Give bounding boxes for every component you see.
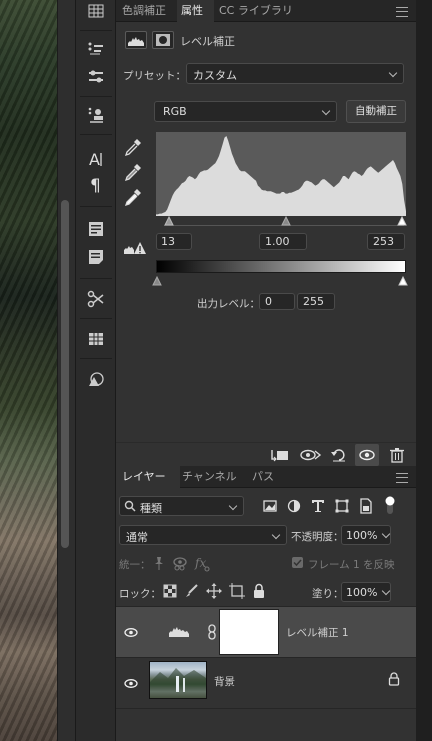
opacity-label: 不透明度： [291, 531, 344, 543]
preset-label: プリセット： [123, 70, 186, 82]
document-canvas [0, 0, 57, 741]
histogram-area [156, 136, 406, 216]
canvas-scroll-thumb[interactable] [61, 200, 69, 548]
tab-channels[interactable]: チャンネル [182, 466, 242, 488]
filter-pixel-icon[interactable] [262, 498, 278, 514]
tools-scissors-icon[interactable] [84, 288, 108, 310]
clip-to-layer-icon[interactable] [270, 447, 290, 463]
character-icon[interactable]: A [84, 148, 108, 170]
frame-checkbox[interactable] [292, 557, 303, 568]
unify-style-icon[interactable]: fx [194, 554, 212, 572]
filter-shape-icon[interactable] [334, 498, 350, 514]
search-icon [124, 500, 136, 512]
layer-row-background[interactable]: 背景 [116, 658, 416, 708]
unify-position-icon[interactable] [151, 555, 167, 571]
lock-transparent-icon[interactable] [163, 584, 177, 598]
layer-mask-thumbnail[interactable] [219, 609, 279, 655]
svg-text:A: A [89, 150, 100, 168]
tab-cc-libraries[interactable]: CC ライブラリ [219, 0, 309, 22]
mask-link-icon[interactable] [206, 624, 218, 640]
unify-visibility-icon[interactable] [172, 555, 190, 571]
properties-panel: 色調補正 属性 CC ライブラリ レベル補正 プリセット： カスタム RGB 自… [116, 0, 416, 443]
layers-tab-bar: レイヤー チャンネル パス [116, 466, 416, 488]
layer-visibility-eye-icon[interactable] [124, 678, 138, 688]
highlight-input-slider[interactable] [397, 215, 407, 226]
layer-name[interactable]: 背景 [214, 674, 235, 689]
histogram-graph [156, 136, 406, 216]
output-levels-label: 出力レベル： [197, 298, 260, 310]
lock-position-icon[interactable] [206, 583, 222, 599]
lock-image-icon[interactable] [185, 584, 199, 598]
properties-panel-icon[interactable] [84, 218, 108, 240]
output-high-field[interactable]: 255 [297, 293, 335, 310]
shapes-icon[interactable] [84, 368, 108, 390]
fill-label: 塗り： [312, 588, 344, 600]
tab-paths[interactable]: パス [252, 466, 282, 488]
layer-lock-icon [388, 672, 400, 686]
tab-layers[interactable]: レイヤー [116, 466, 180, 488]
properties-tab-bar: 色調補正 属性 CC ライブラリ [116, 0, 416, 22]
filter-smart-object-icon[interactable] [358, 498, 374, 514]
fill-dropdown[interactable] [378, 582, 396, 602]
layer-visibility-eye-icon[interactable] [124, 627, 138, 637]
layer-name[interactable]: レベル補正 1 [286, 625, 349, 640]
tab-adjustments[interactable]: 色調補正 [122, 0, 174, 22]
highlight-eyedropper-icon[interactable] [123, 187, 143, 207]
panel-title: レベル補正 [180, 35, 235, 48]
midtone-input-field[interactable]: 1.00 [259, 233, 307, 250]
filter-adjustment-icon[interactable] [286, 498, 302, 514]
midtone-eyedropper-icon[interactable] [123, 162, 143, 182]
output-low-slider[interactable] [152, 275, 162, 286]
brush-settings-icon[interactable] [84, 38, 108, 60]
opacity-dropdown[interactable] [378, 525, 396, 545]
svg-text:¶: ¶ [90, 176, 101, 194]
brush-presets-icon[interactable] [84, 66, 108, 88]
layer-image-thumbnail[interactable] [149, 661, 207, 699]
lock-label: ロック： [119, 588, 161, 600]
panel-icon-strip: A ¶ [75, 0, 116, 741]
clone-source-icon[interactable] [84, 104, 108, 126]
channel-select[interactable]: RGB [154, 101, 337, 122]
layers-panel: レイヤー チャンネル パス 種類 通常 不透明度： 100% 統一： fx フレ… [116, 466, 416, 741]
frame-label: フレーム 1 を反映 [308, 559, 395, 571]
delete-icon[interactable] [389, 447, 405, 463]
shadow-eyedropper-icon[interactable] [123, 137, 143, 157]
midtone-input-slider[interactable] [281, 215, 291, 226]
svg-text:fx: fx [194, 556, 206, 570]
layer-filter-select[interactable]: 種類 [119, 496, 244, 516]
properties-footer [116, 442, 416, 466]
tab-properties[interactable]: 属性 [177, 0, 214, 22]
notes-icon[interactable] [84, 246, 108, 268]
preset-select[interactable]: カスタム [186, 63, 404, 84]
auto-button[interactable]: 自動補正 [346, 100, 406, 123]
swatches-grid-icon[interactable] [84, 0, 108, 22]
reset-icon[interactable] [330, 447, 348, 463]
shadow-input-field[interactable]: 13 [156, 233, 192, 250]
layers-menu-icon[interactable] [396, 473, 408, 483]
output-gradient [156, 260, 406, 273]
view-previous-state-icon[interactable] [300, 447, 322, 463]
unify-label: 統一： [119, 559, 151, 571]
filter-toggle[interactable] [384, 495, 396, 515]
clipping-warning-icon[interactable] [123, 240, 147, 256]
highlight-input-field[interactable]: 253 [367, 233, 405, 250]
lock-all-icon[interactable] [252, 583, 266, 599]
lock-artboard-icon[interactable] [229, 583, 245, 599]
levels-adjustment-icon [168, 624, 190, 638]
mask-icon[interactable] [152, 31, 174, 49]
paragraph-icon[interactable]: ¶ [84, 174, 108, 196]
panel-menu-icon[interactable] [396, 7, 408, 17]
layer-row-levels[interactable]: レベル補正 1 [116, 607, 416, 657]
histogram [156, 132, 406, 216]
adjustment-histogram-icon[interactable] [125, 31, 147, 49]
toggle-visibility-icon[interactable] [355, 444, 379, 466]
filter-type-icon[interactable] [310, 498, 326, 514]
shadow-input-slider[interactable] [164, 215, 174, 226]
blend-mode-select[interactable]: 通常 [119, 525, 287, 545]
output-low-field[interactable]: 0 [259, 293, 295, 310]
timeline-grid-icon[interactable] [84, 328, 108, 350]
output-high-slider[interactable] [398, 275, 408, 286]
